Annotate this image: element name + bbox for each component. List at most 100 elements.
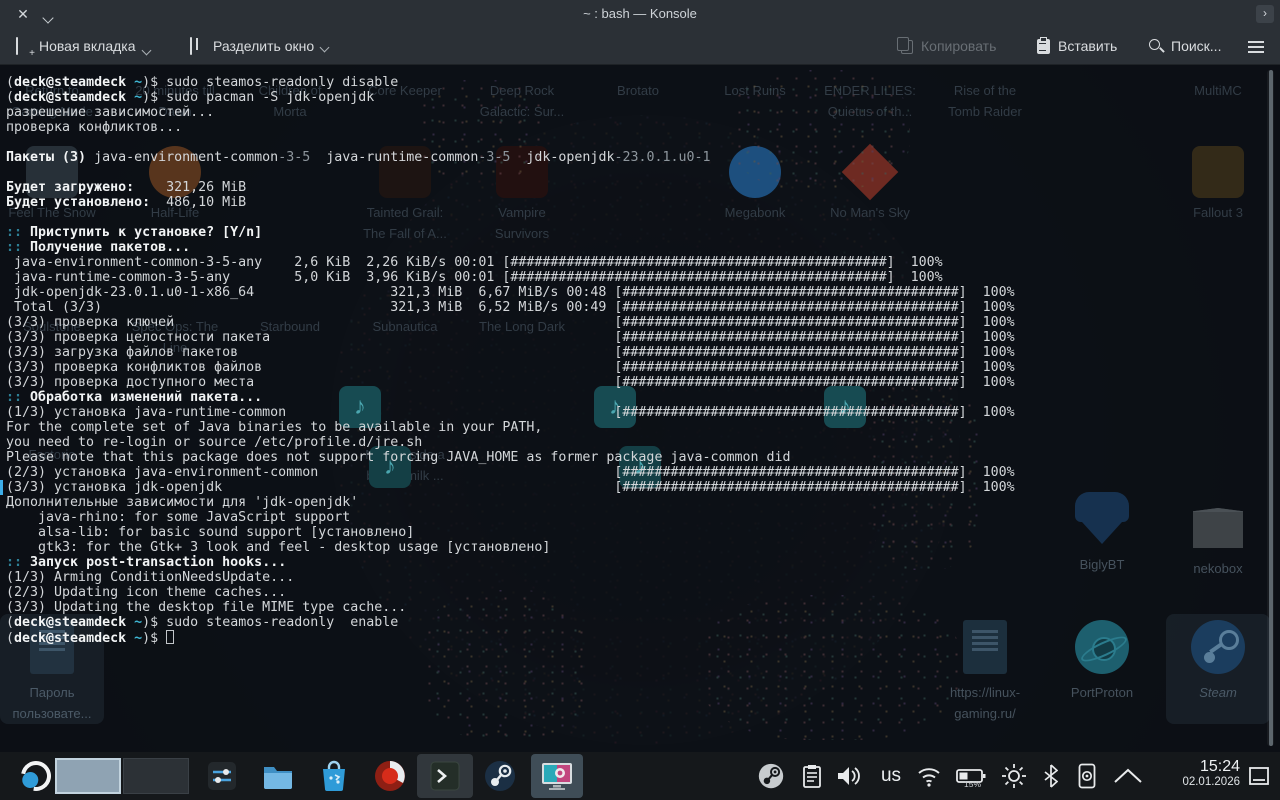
digital-clock[interactable]: 15:24 02.01.2026 <box>1148 752 1240 800</box>
konsole-task-button[interactable] <box>423 752 467 800</box>
desktop-icon-label: BiglyBT <box>1046 554 1158 575</box>
desktop-icon-fallout-3[interactable]: Fallout 3 <box>1162 146 1274 223</box>
terminal-line <box>6 165 1015 180</box>
terminal-line: jdk-openjdk-23.0.1.u0-1-x86_64 321,3 MiB… <box>6 285 1015 300</box>
file-manager-button[interactable] <box>256 752 300 800</box>
brightness-tray-button[interactable] <box>998 752 1030 800</box>
terminal-line <box>6 135 1015 150</box>
desktop-icon-nekobox[interactable]: nekobox <box>1162 492 1274 579</box>
terminal-line: Total (3/3) 321,3 MiB 6,52 MiB/s 00:49 [… <box>6 300 1015 315</box>
window-title: ~ : bash — Konsole <box>0 0 1280 28</box>
desktop-icon-steam[interactable]: Steam <box>1162 620 1274 703</box>
terminal-line: разрешение зависимостей... <box>6 105 1015 120</box>
browser-button[interactable] <box>368 752 412 800</box>
terminal-line: Будет установлено: 486,10 MiB <box>6 195 1015 210</box>
terminal-line: (3/3) проверка ключей [#################… <box>6 315 1015 330</box>
split-window-button[interactable]: Разделить окно <box>190 28 328 64</box>
terminal-line: java-environment-common-3-5-any 2,6 KiB … <box>6 255 1015 270</box>
wifi-icon <box>916 765 942 787</box>
terminal-line: Будет загружено: 321,26 MiB <box>6 180 1015 195</box>
terminal-line: (1/3) установка java-runtime-common [###… <box>6 405 1015 420</box>
konsole-toolbar: Новая вкладка Разделить окно Копировать … <box>0 28 1280 65</box>
terminal-output: (deck@steamdeck ~)$ sudo steamos-readonl… <box>6 75 1015 645</box>
terminal-line: (3/3) установка jdk-openjdk [###########… <box>6 480 1015 495</box>
wifi-tray-button[interactable] <box>914 752 944 800</box>
tray-expander-button[interactable] <box>1110 752 1146 800</box>
terminal-line: (3/3) загрузка файлов пакетов [#########… <box>6 345 1015 360</box>
copy-icon <box>898 38 914 54</box>
new-tab-label: Новая вкладка <box>39 38 136 54</box>
pager-desktop-1[interactable] <box>55 758 121 794</box>
battery-tray-button[interactable]: 15% <box>952 752 990 800</box>
virtual-desktop-pager[interactable] <box>54 752 190 800</box>
desktop-icon-label: Fallout 3 <box>1162 202 1274 223</box>
app-launcher-button[interactable] <box>16 752 56 800</box>
keyboard-layout-indicator[interactable]: us <box>876 752 906 800</box>
launcher-icon <box>15 755 57 797</box>
split-window-label: Разделить окно <box>213 38 314 54</box>
clock-time: 15:24 <box>1148 757 1240 776</box>
steam-tray-button[interactable] <box>756 752 786 800</box>
desktop-icon-biglybt[interactable]: BiglyBT <box>1046 492 1158 575</box>
window-restore-button[interactable]: › <box>1256 5 1274 23</box>
terminal-scrollbar[interactable] <box>1267 70 1274 746</box>
caret-up-icon <box>1113 768 1143 784</box>
new-tab-button[interactable]: Новая вкладка <box>16 28 150 64</box>
terminal-line: (2/3) установка java-environment-common … <box>6 465 1015 480</box>
system-settings-button[interactable] <box>200 752 244 800</box>
terminal-line: you need to re-login or source /etc/prof… <box>6 435 1015 450</box>
window-titlebar[interactable]: ✕ ~ : bash — Konsole › <box>0 0 1280 29</box>
brightness-sun-icon <box>1001 763 1027 789</box>
desktop-icon-label: PortProton <box>1046 682 1158 703</box>
spectacle-task-button[interactable] <box>535 752 579 800</box>
battery-percent-label: 15% <box>964 779 981 789</box>
show-desktop-icon <box>1249 767 1269 785</box>
hamburger-menu-button[interactable] <box>1248 28 1264 64</box>
search-button[interactable]: Поиск... <box>1148 28 1221 64</box>
copy-button[interactable]: Копировать <box>898 28 996 64</box>
paste-label: Вставить <box>1058 38 1117 54</box>
terminal-line: (1/3) Arming ConditionNeedsUpdate... <box>6 570 1015 585</box>
konsole-icon <box>430 761 460 791</box>
desktop-icon-multimc[interactable]: MultiMC <box>1162 80 1274 101</box>
desktop-screen: { "window": { "title": "~ : bash — Konso… <box>0 0 1280 800</box>
split-window-icon <box>190 38 206 54</box>
pager-desktop-2[interactable] <box>123 758 189 794</box>
new-tab-icon <box>16 38 32 54</box>
terminal-line: (deck@steamdeck ~)$ sudo pacman -S jdk-o… <box>6 90 1015 105</box>
terminal-line: (3/3) проверка доступного места [#######… <box>6 375 1015 390</box>
taskbar: us 15% <box>0 752 1280 800</box>
desktop-icon-label: MultiMC <box>1162 80 1274 101</box>
terminal-line: (2/3) Updating icon theme caches... <box>6 585 1015 600</box>
volume-tray-button[interactable] <box>834 752 864 800</box>
terminal-line: :: Запуск post-transaction hooks... <box>6 555 1015 570</box>
new-tab-chevron-icon <box>141 45 151 55</box>
terminal-line: :: Получение пакетов... <box>6 240 1015 255</box>
terminal-line: (3/3) проверка конфликтов файлов [######… <box>6 360 1015 375</box>
phone-connect-icon <box>1078 763 1096 789</box>
terminal-cursor <box>166 630 174 644</box>
terminal-line: (deck@steamdeck ~)$ sudo steamos-readonl… <box>6 75 1015 90</box>
terminal-line: alsa-lib: for basic sound support [устан… <box>6 525 1015 540</box>
discover-store-button[interactable] <box>312 752 356 800</box>
folder-icon <box>262 761 294 791</box>
bluetooth-tray-button[interactable] <box>1040 752 1062 800</box>
show-desktop-button[interactable] <box>1246 752 1272 800</box>
terminal-line: (deck@steamdeck ~)$ <box>6 630 1015 645</box>
paste-button[interactable]: Вставить <box>1035 28 1117 64</box>
steam-tray-icon <box>758 763 784 789</box>
copy-label: Копировать <box>921 38 996 54</box>
kdeconnect-tray-button[interactable] <box>1072 752 1102 800</box>
desktop-icon-label: nekobox <box>1162 558 1274 579</box>
terminal-line: gtk3: for the Gtk+ 3 look and feel - des… <box>6 540 1015 555</box>
terminal-line: :: Приступить к установке? [Y/n] <box>6 225 1015 240</box>
terminal-line: For the complete set of Java binaries to… <box>6 420 1015 435</box>
scrollbar-handle[interactable] <box>1269 70 1273 746</box>
clipboard-tray-button[interactable] <box>798 752 826 800</box>
terminal-line: java-runtime-common-3-5-any 5,0 KiB 3,96… <box>6 270 1015 285</box>
terminal-line <box>6 210 1015 225</box>
clipboard-icon <box>802 764 822 788</box>
desktop-icon-portproton[interactable]: PortProton <box>1046 620 1158 703</box>
speaker-icon <box>836 765 862 787</box>
steam-task-button[interactable] <box>478 752 522 800</box>
